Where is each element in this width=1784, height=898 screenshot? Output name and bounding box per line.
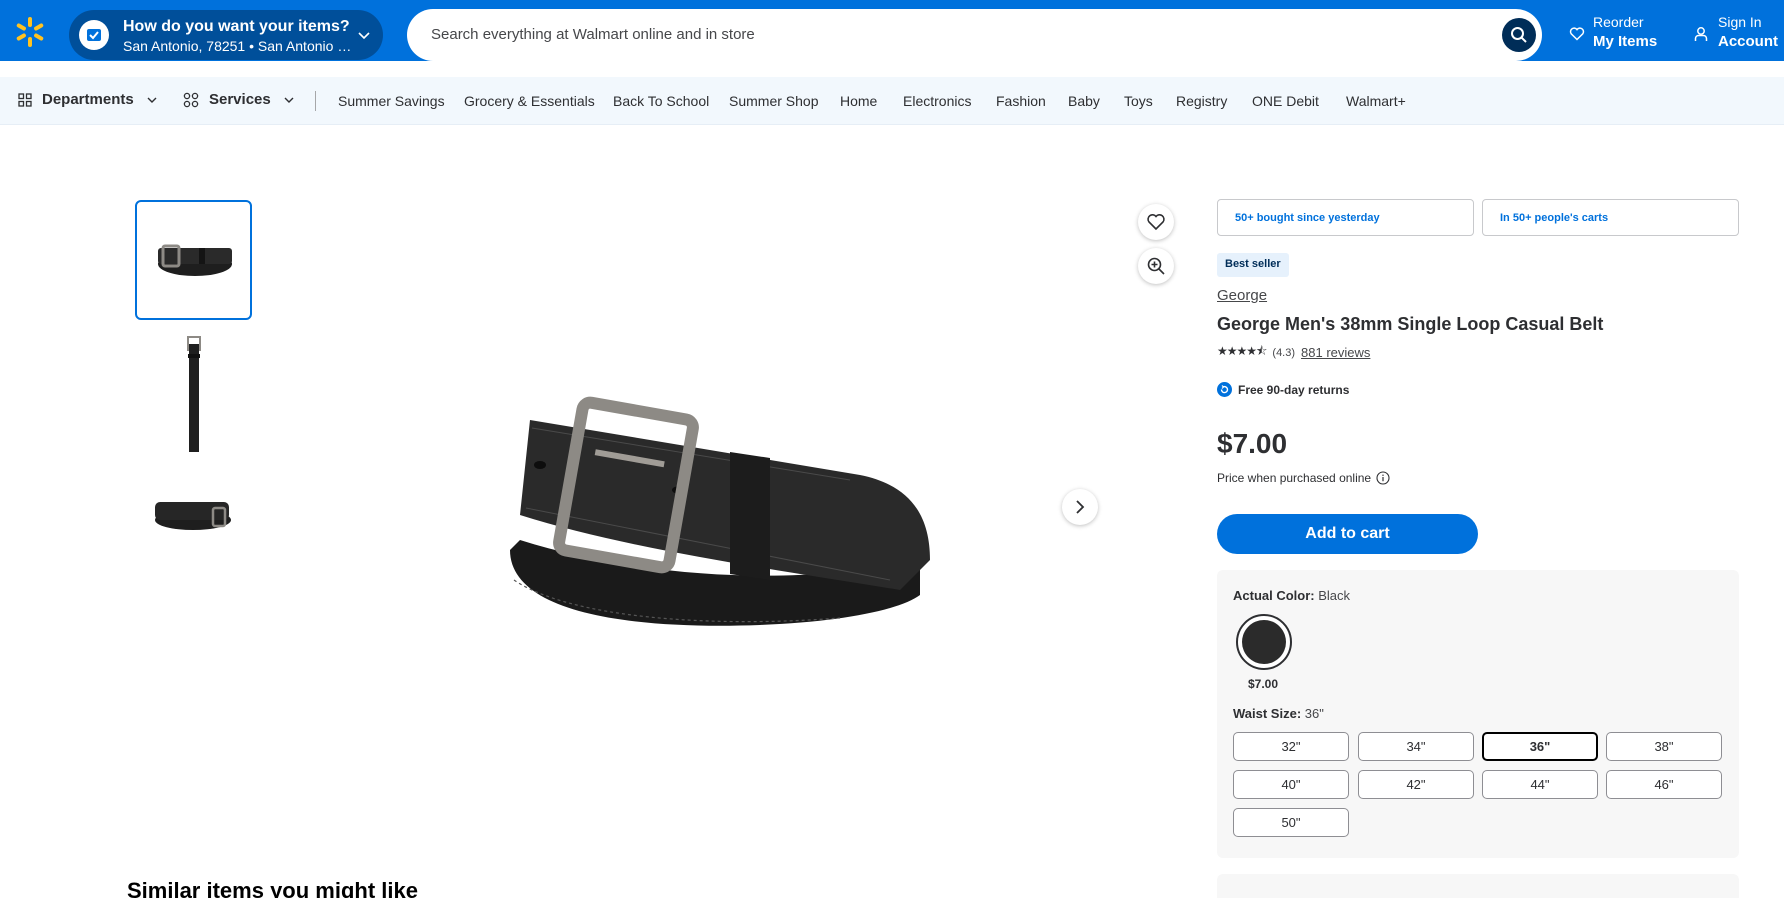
departments-dropdown[interactable]: Departments xyxy=(18,91,158,108)
add-to-cart-button[interactable]: Add to cart xyxy=(1217,514,1478,554)
belt-thumbnail-image xyxy=(158,244,232,276)
size-option[interactable]: 42" xyxy=(1358,770,1474,799)
product-thumbnail[interactable] xyxy=(135,334,252,454)
returns-icon xyxy=(1217,382,1232,397)
product-main-image xyxy=(510,396,930,626)
fulfillment-panel xyxy=(1217,874,1739,898)
zoom-in-icon xyxy=(1147,257,1165,275)
nav-link-fashion[interactable]: Fashion xyxy=(996,93,1046,109)
nav-divider xyxy=(315,91,316,111)
brand-link[interactable]: George xyxy=(1217,287,1267,304)
heart-icon xyxy=(1147,214,1165,231)
color-label-value: Black xyxy=(1318,588,1351,603)
belt-thumbnail-image xyxy=(187,336,201,452)
price-note-label: Price when purchased online xyxy=(1217,471,1372,485)
walmart-spark-logo[interactable] xyxy=(14,16,46,48)
top-header: How do you want your items? San Antonio,… xyxy=(0,0,1784,61)
chevron-down-icon xyxy=(358,32,370,40)
info-icon[interactable] xyxy=(1376,471,1390,485)
nav-link-summer-savings[interactable]: Summer Savings xyxy=(338,93,445,109)
nav-link-grocery-essentials[interactable]: Grocery & Essentials xyxy=(464,93,595,109)
color-swatch-black[interactable] xyxy=(1236,614,1292,670)
swatch-fill xyxy=(1242,620,1286,664)
size-option[interactable]: 32" xyxy=(1233,732,1349,761)
color-label-key: Actual Color: xyxy=(1233,588,1315,603)
services-dropdown[interactable]: Services xyxy=(183,91,295,108)
search-icon xyxy=(1511,27,1527,43)
reviews-link[interactable]: 881 reviews xyxy=(1301,345,1370,360)
product-thumbnail[interactable] xyxy=(135,468,252,588)
user-icon xyxy=(1694,27,1708,41)
location-subtitle: San Antonio, 78251 • San Antonio Su... xyxy=(123,38,359,54)
color-label: Actual Color: Black xyxy=(1233,588,1350,603)
zoom-button[interactable] xyxy=(1138,248,1174,284)
social-proof-bought: 50+ bought since yesterday xyxy=(1217,199,1474,236)
size-option[interactable]: 34" xyxy=(1358,732,1474,761)
similar-items-heading: Similar items you might like xyxy=(127,878,418,898)
size-option-selected[interactable]: 36" xyxy=(1482,732,1598,761)
fulfillment-location-selector[interactable]: How do you want your items? San Antonio,… xyxy=(69,10,383,60)
nav-link-summer-shop[interactable]: Summer Shop xyxy=(729,93,818,109)
search-placeholder: Search everything at Walmart online and … xyxy=(431,26,755,43)
nav-link-electronics[interactable]: Electronics xyxy=(903,93,971,109)
fulfillment-icon xyxy=(79,20,109,50)
nav-link-registry[interactable]: Registry xyxy=(1176,93,1227,109)
size-option[interactable]: 50" xyxy=(1233,808,1349,837)
location-title: How do you want your items? xyxy=(123,18,350,35)
search-button[interactable] xyxy=(1502,18,1536,52)
chevron-right-icon xyxy=(1076,500,1085,514)
nav-link-toys[interactable]: Toys xyxy=(1124,93,1153,109)
chevron-down-icon xyxy=(284,97,294,103)
free-returns-info: Free 90-day returns xyxy=(1217,382,1349,397)
nav-link-one-debit[interactable]: ONE Debit xyxy=(1252,93,1319,109)
product-price: $7.00 xyxy=(1217,428,1288,459)
services-icon xyxy=(183,92,199,107)
best-seller-badge: Best seller xyxy=(1217,253,1289,277)
chevron-down-icon xyxy=(147,97,157,103)
price-note: Price when purchased online xyxy=(1217,471,1390,485)
size-label-value: 36" xyxy=(1304,706,1324,721)
nav-link-baby[interactable]: Baby xyxy=(1068,93,1100,109)
my-items-label: My Items xyxy=(1593,33,1658,50)
size-option[interactable]: 40" xyxy=(1233,770,1349,799)
size-option[interactable]: 38" xyxy=(1606,732,1722,761)
nav-link-back-to-school[interactable]: Back To School xyxy=(613,93,709,109)
product-title: George Men's 38mm Single Loop Casual Bel… xyxy=(1217,314,1604,334)
next-image-button[interactable] xyxy=(1062,489,1098,525)
secondary-nav: Departments Services Summer Savings Groc… xyxy=(0,77,1784,125)
nav-link-walmart-plus[interactable]: Walmart+ xyxy=(1346,93,1406,109)
size-option[interactable]: 46" xyxy=(1606,770,1722,799)
size-option[interactable]: 44" xyxy=(1482,770,1598,799)
grid-icon xyxy=(18,92,32,107)
returns-label: Free 90-day returns xyxy=(1238,382,1350,397)
size-label-key: Waist Size: xyxy=(1233,706,1302,721)
swatch-price: $7.00 xyxy=(1248,677,1279,691)
rating-summary: ★★★★⯪ (4.3) 881 reviews xyxy=(1217,342,1370,363)
departments-label: Departments xyxy=(42,91,134,108)
nav-link-home[interactable]: Home xyxy=(840,93,877,109)
services-label: Services xyxy=(209,91,271,108)
rating-value: (4.3) xyxy=(1272,346,1296,359)
variant-selector: Actual Color: Black $7.00 Waist Size: 36… xyxy=(1217,570,1739,858)
account-label: Account xyxy=(1718,33,1778,50)
size-label: Waist Size: 36" xyxy=(1233,706,1324,721)
heart-icon xyxy=(1569,27,1585,41)
reorder-label: Reorder xyxy=(1593,14,1644,30)
belt-thumbnail-image xyxy=(155,502,231,530)
sign-in-label: Sign In xyxy=(1718,14,1762,30)
star-rating-icon: ★★★★⯪ xyxy=(1217,344,1267,358)
product-thumbnail[interactable] xyxy=(135,200,252,320)
social-proof-carts: In 50+ people's carts xyxy=(1482,199,1739,236)
favorite-button[interactable] xyxy=(1138,204,1174,240)
search-input[interactable]: Search everything at Walmart online and … xyxy=(407,9,1542,61)
